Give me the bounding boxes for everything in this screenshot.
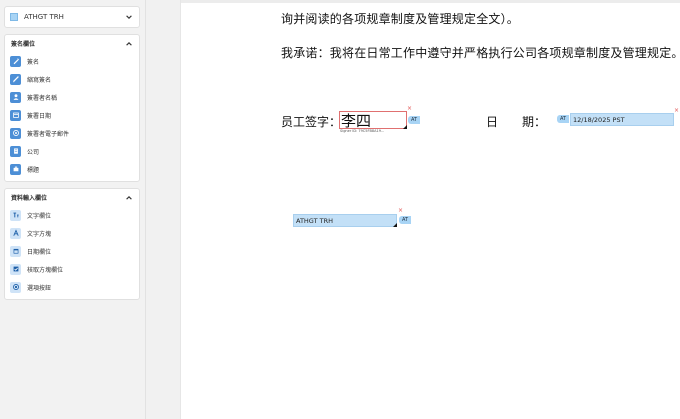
- date-label-char: 期：: [522, 115, 547, 129]
- page-top-edge: [181, 0, 680, 3]
- document-page[interactable]: 询并阅读的各项规章制度及管理规定全文）。 我承诺：我将在日常工作中遵守并严格执行…: [180, 0, 680, 419]
- field-item-signer-email[interactable]: 簽署者電子郵件: [5, 124, 139, 142]
- field-item-label: 核取方塊欄位: [27, 266, 64, 274]
- chevron-up-icon[interactable]: [125, 40, 133, 48]
- document-text-line: 我承诺：我将在日常工作中遵守并严格执行公司各项规章制度及管理规定。: [281, 46, 680, 60]
- field-item-label: 文字欄位: [27, 212, 52, 220]
- input-fields-section: 資料輸入欄位 文字欄位 文字方塊 日期欄位 核取方塊欄位 選項按鈕: [4, 188, 140, 300]
- remove-signature-field-icon[interactable]: ×: [407, 106, 412, 112]
- resize-handle[interactable]: [403, 125, 407, 129]
- field-item-label: 選項按鈕: [27, 284, 52, 292]
- building-icon: [10, 145, 21, 157]
- field-item-label: 日期欄位: [27, 248, 52, 256]
- employee-signature-label: 员工签字：: [281, 115, 342, 129]
- text-box-icon: [10, 227, 21, 239]
- pen-icon: [10, 55, 21, 67]
- field-item-signed-date[interactable]: 簽署日期: [5, 106, 139, 124]
- radio-icon: [10, 281, 21, 293]
- field-item-title[interactable]: 標題: [5, 160, 139, 178]
- date-label-char: 日: [486, 115, 499, 129]
- recipient-selector[interactable]: ATHGT TRH: [4, 6, 140, 28]
- date-label: 日 期：: [486, 113, 546, 130]
- field-item-date-field[interactable]: 日期欄位: [5, 242, 139, 260]
- text-field-recipient-badge[interactable]: AT: [399, 216, 412, 224]
- resize-handle[interactable]: [393, 223, 397, 227]
- field-item-initials[interactable]: 縮寫簽名: [5, 70, 139, 88]
- checkbox-icon: [10, 263, 21, 275]
- field-item-signature[interactable]: 簽名: [5, 52, 139, 70]
- calendar-icon: [10, 109, 21, 121]
- recipient-name: ATHGT TRH: [24, 13, 64, 21]
- field-item-label: 縮寫簽名: [27, 76, 52, 84]
- field-item-label: 簽署者名稱: [27, 94, 58, 102]
- field-item-label: 公司: [27, 148, 40, 156]
- section-title: 資料輸入欄位: [11, 195, 48, 202]
- signature-value: 李四: [341, 112, 372, 130]
- document-gutter: [146, 0, 180, 419]
- field-palette-sidebar: ATHGT TRH 簽名欄位 簽名 縮寫簽名 簽署者名稱 簽署日期 簽署者電子郵…: [0, 0, 146, 419]
- field-item-label: 簽署者電子郵件: [27, 130, 70, 138]
- input-fields-header[interactable]: 資料輸入欄位: [5, 189, 139, 206]
- field-item-company[interactable]: 公司: [5, 142, 139, 160]
- field-item-text-box[interactable]: 文字方塊: [5, 224, 139, 242]
- text-field[interactable]: ATHGT TRH: [293, 214, 397, 227]
- date-value: 12/18/2025 PST: [573, 116, 625, 124]
- signature-fields-header[interactable]: 簽名欄位: [5, 35, 139, 52]
- field-item-label: 標題: [27, 166, 40, 174]
- field-item-radio-button[interactable]: 選項按鈕: [5, 278, 139, 296]
- date-field-icon: [10, 245, 21, 257]
- recipient-color-swatch: [10, 13, 18, 21]
- signature-fields-section: 簽名欄位 簽名 縮寫簽名 簽署者名稱 簽署日期 簽署者電子郵件 公司 標題: [4, 34, 140, 182]
- signature-field[interactable]: 李四: [339, 111, 407, 130]
- date-field-recipient-badge[interactable]: AT: [557, 115, 570, 123]
- field-item-label: 簽名: [27, 58, 40, 66]
- field-item-label: 文字方塊: [27, 230, 52, 238]
- date-field[interactable]: 12/18/2025 PST: [570, 113, 674, 126]
- text-field-value: ATHGT TRH: [296, 217, 334, 225]
- at-icon: [10, 127, 21, 139]
- field-item-label: 簽署日期: [27, 112, 52, 120]
- document-text-line: 询并阅读的各项规章制度及管理规定全文）。: [281, 12, 520, 26]
- section-title: 簽名欄位: [11, 41, 36, 48]
- chevron-down-icon: [125, 13, 133, 21]
- field-item-signer-name[interactable]: 簽署者名稱: [5, 88, 139, 106]
- chevron-up-icon[interactable]: [125, 194, 133, 202]
- field-item-text-field[interactable]: 文字欄位: [5, 206, 139, 224]
- field-item-checkbox[interactable]: 核取方塊欄位: [5, 260, 139, 278]
- signer-id: Signer ID: 79C5FB8A19...: [340, 129, 385, 133]
- pencil-icon: [10, 73, 21, 85]
- text-field-icon: [10, 209, 21, 221]
- briefcase-icon: [10, 163, 21, 175]
- person-icon: [10, 91, 21, 103]
- remove-date-field-icon[interactable]: ×: [674, 108, 679, 114]
- signature-field-recipient-badge[interactable]: AT: [408, 116, 421, 124]
- remove-text-field-icon[interactable]: ×: [398, 208, 403, 214]
